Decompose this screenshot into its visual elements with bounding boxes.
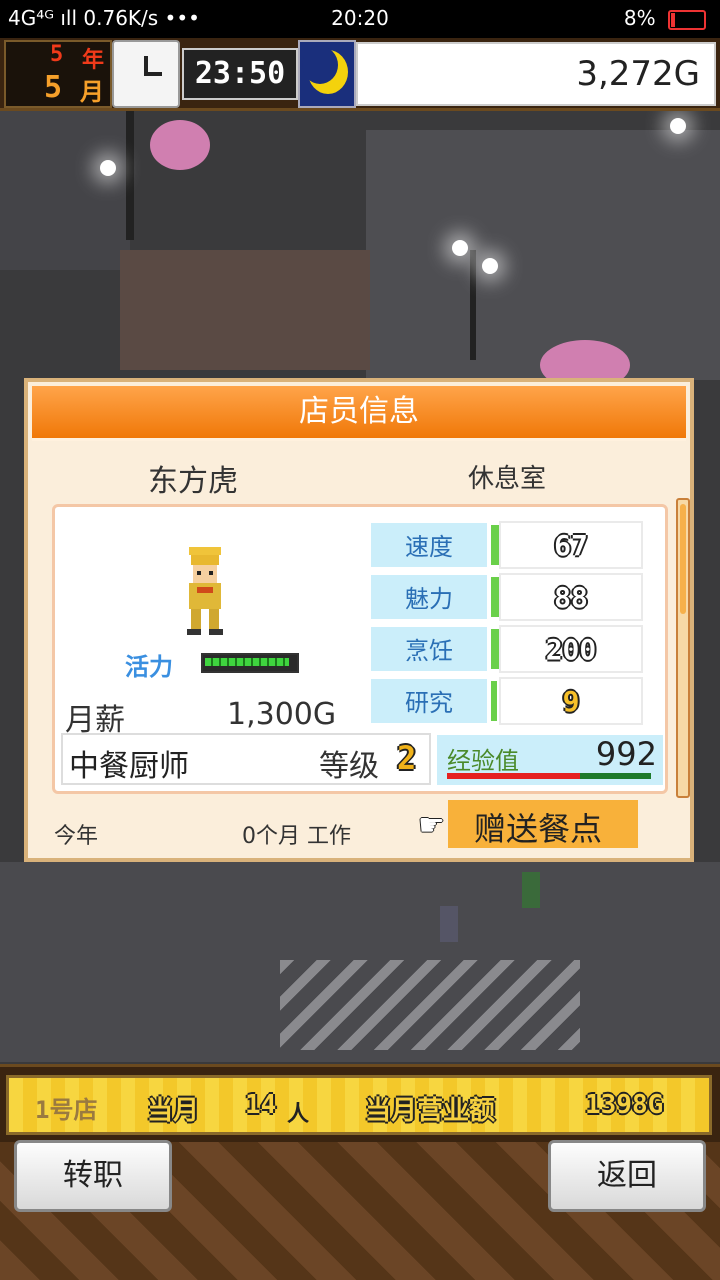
moon-icon [302,46,348,94]
exp-label: 经验值 [447,747,519,775]
money-amount: 3,272G [576,54,700,94]
vitality-bar-fill [205,658,289,666]
building-block [0,110,130,270]
battery-icon [668,9,706,30]
store-name: 1号店 [35,1096,98,1124]
system-status-bar: 4G⁴ᴳ ıll 0.76K/s ••• 20:20 8% [0,0,720,38]
sidewalk [120,250,370,370]
vitality-label: 活力 [125,653,173,681]
month-label: 月 [80,78,104,106]
system-clock: 20:20 [331,6,389,30]
job-title: 中餐厨师 [69,749,189,784]
game-time: 23:50 [182,48,298,100]
job-row: 中餐厨师 等级 2 [61,733,431,785]
stat-row-research: 研究 9 [369,677,643,725]
street-lamp [482,258,498,274]
stat-value: 67 [499,521,643,569]
night-indicator [298,40,356,108]
pedestrian [522,872,540,908]
street-lamp [452,240,468,256]
salary-value: 1,300G [227,697,337,732]
gift-meal-label[interactable]: 赠送餐点 [474,804,602,850]
panel-scrollbar[interactable] [676,498,690,798]
stat-row-speed: 速度 67 [369,521,643,569]
staff-detail-card: 活力 月薪 1,300G 速度 67 魅力 88 烹饪 200 研究 9 中餐厨… [52,504,668,794]
work-duration: 0个月 工作 [242,824,351,849]
work-year-label: 今年 [54,824,99,849]
panel-title: 店员信息 [32,386,686,441]
level-label: 等级 [319,749,379,784]
exp-progress-bar [447,773,651,779]
chef-sprite [187,547,223,635]
month-number: 5 [44,70,63,105]
stat-name: 烹饪 [369,625,489,673]
staff-location: 休息室 [468,464,547,494]
battery-percent: 8% [623,6,656,30]
revenue-label: 当月营业额 [365,1096,496,1126]
stat-name: 速度 [369,521,489,569]
store-summary-inner: 1号店 当月 14 人 当月营业额 1398G [6,1075,712,1135]
stat-row-charm: 魅力 88 [369,573,643,621]
building-block [366,130,720,380]
crosswalk [280,960,580,1050]
stat-value: 88 [499,573,643,621]
date-display: 5 年 5 月 [4,40,112,108]
pointing-hand-icon: ☛ [418,808,445,843]
clock-icon [112,40,180,108]
month-label: 当月 [147,1096,200,1126]
street-lamp [100,160,116,176]
level-value: 2 [397,739,417,777]
customer-count: 14 [245,1090,277,1120]
vitality-bar [201,653,299,673]
stat-bar [491,681,497,721]
stat-bar [491,525,499,565]
pedestrian [440,906,458,942]
back-button[interactable]: 返回 [548,1140,706,1212]
battery-indicator: 8% [624,6,706,30]
street-pole [470,250,476,360]
street-lamp [670,118,686,134]
revenue-value: 1398G [585,1090,664,1120]
stat-name: 魅力 [369,573,489,621]
scrollbar-thumb[interactable] [680,504,686,614]
street-pole [126,110,134,240]
stat-value: 9 [499,677,643,725]
stat-value: 200 [499,625,643,673]
person-icon: 人 [287,1102,310,1127]
exp-progress-fill [447,773,580,779]
experience-box: 经验值 992 [437,735,663,785]
transfer-job-button[interactable]: 转职 [14,1140,172,1212]
tree [150,120,210,170]
stat-name: 研究 [369,677,489,725]
stat-row-cooking: 烹饪 200 [369,625,643,673]
year-number: 5 [50,42,64,67]
money-display: 3,272G [356,42,716,106]
game-top-bar: 5 年 5 月 23:50 3,272G [0,38,720,111]
stats-table: 速度 67 魅力 88 烹饪 200 研究 9 [369,521,643,729]
year-label: 年 [82,48,105,73]
store-summary-bar: 1号店 当月 14 人 当月营业额 1398G [0,1064,720,1145]
staff-name: 东方虎 [148,464,238,499]
exp-value: 992 [595,735,657,773]
staff-info-panel: 店员信息 东方虎 休息室 活力 月薪 1,300G 速度 67 魅力 88 烹饪… [24,378,694,862]
